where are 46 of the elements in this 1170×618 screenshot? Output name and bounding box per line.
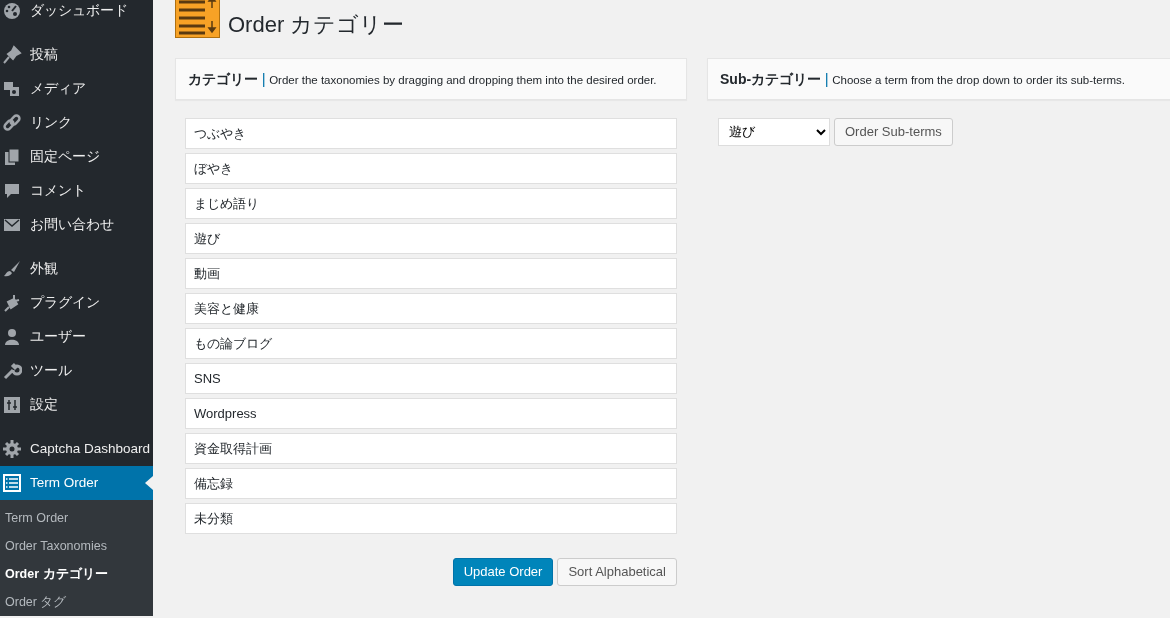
reorder-list-icon xyxy=(175,0,220,38)
term-item[interactable]: 美容と健康 xyxy=(185,292,677,324)
menu-item[interactable]: メディア xyxy=(0,72,153,106)
menu-item[interactable]: リンク xyxy=(0,106,153,140)
order-subterms-button[interactable]: Order Sub-terms xyxy=(834,117,953,146)
menu-item[interactable]: 外観 xyxy=(0,252,153,286)
pointer-arrow xyxy=(145,476,153,490)
term-dropdown[interactable]: 遊び xyxy=(718,117,830,146)
term-item[interactable]: もの論ブログ xyxy=(185,327,677,359)
menu-item[interactable]: お問い合わせ xyxy=(0,208,153,242)
term-item[interactable]: 備忘録 xyxy=(185,467,677,499)
menu-item[interactable]: Captcha Dashboard xyxy=(0,432,153,466)
pin-icon xyxy=(2,45,22,65)
link-icon xyxy=(2,113,22,133)
submenu-item[interactable]: Order Taxonomies xyxy=(0,532,153,560)
menu-item[interactable]: Term Order xyxy=(0,466,153,500)
wrench-icon xyxy=(2,361,22,381)
page-title: Order カテゴリー xyxy=(228,11,405,38)
term-item[interactable]: まじめ語り xyxy=(185,187,677,219)
term-item[interactable]: 動画 xyxy=(185,257,677,289)
panel-header: カテゴリー | Order the taxonomies by dragging and dropping them into the desired order. xyxy=(175,58,687,100)
menu-item[interactable]: 投稿 xyxy=(0,38,153,72)
panel-header: Sub-カテゴリー | Choose a term from the drop down to order its sub-terms. xyxy=(707,58,1170,100)
speech-bubble-icon xyxy=(2,181,22,201)
term-item[interactable]: Wordpress xyxy=(185,397,677,429)
menu-item[interactable]: 固定ページ xyxy=(0,140,153,174)
term-item[interactable]: ぼやき xyxy=(185,152,677,184)
menu-item[interactable]: ダッシュボード xyxy=(0,0,153,28)
term-item[interactable]: つぶやき xyxy=(185,117,677,149)
term-item[interactable]: 遊び xyxy=(185,222,677,254)
sort-button[interactable]: Sort Alphabetical xyxy=(557,557,677,586)
submenu-item[interactable]: Term Order xyxy=(0,504,153,532)
plug-icon xyxy=(2,293,22,313)
menu-item[interactable]: ユーザー xyxy=(0,320,153,354)
update-order-button[interactable]: Update Order xyxy=(452,557,554,586)
list-icon xyxy=(2,473,22,493)
menu-item[interactable]: プラグイン xyxy=(0,286,153,320)
menu-item[interactable]: 設定 xyxy=(0,388,153,422)
term-item[interactable]: 資金取得計画 xyxy=(185,432,677,464)
menu-item[interactable]: コメント xyxy=(0,174,153,208)
submenu-item[interactable]: Order タグ xyxy=(0,588,153,616)
person-icon xyxy=(2,327,22,347)
term-item[interactable]: 未分類 xyxy=(185,502,677,534)
submenu-item[interactable]: Order カテゴリー xyxy=(0,560,153,588)
term-item[interactable]: SNS xyxy=(185,362,677,394)
menu-item[interactable]: ツール xyxy=(0,354,153,388)
